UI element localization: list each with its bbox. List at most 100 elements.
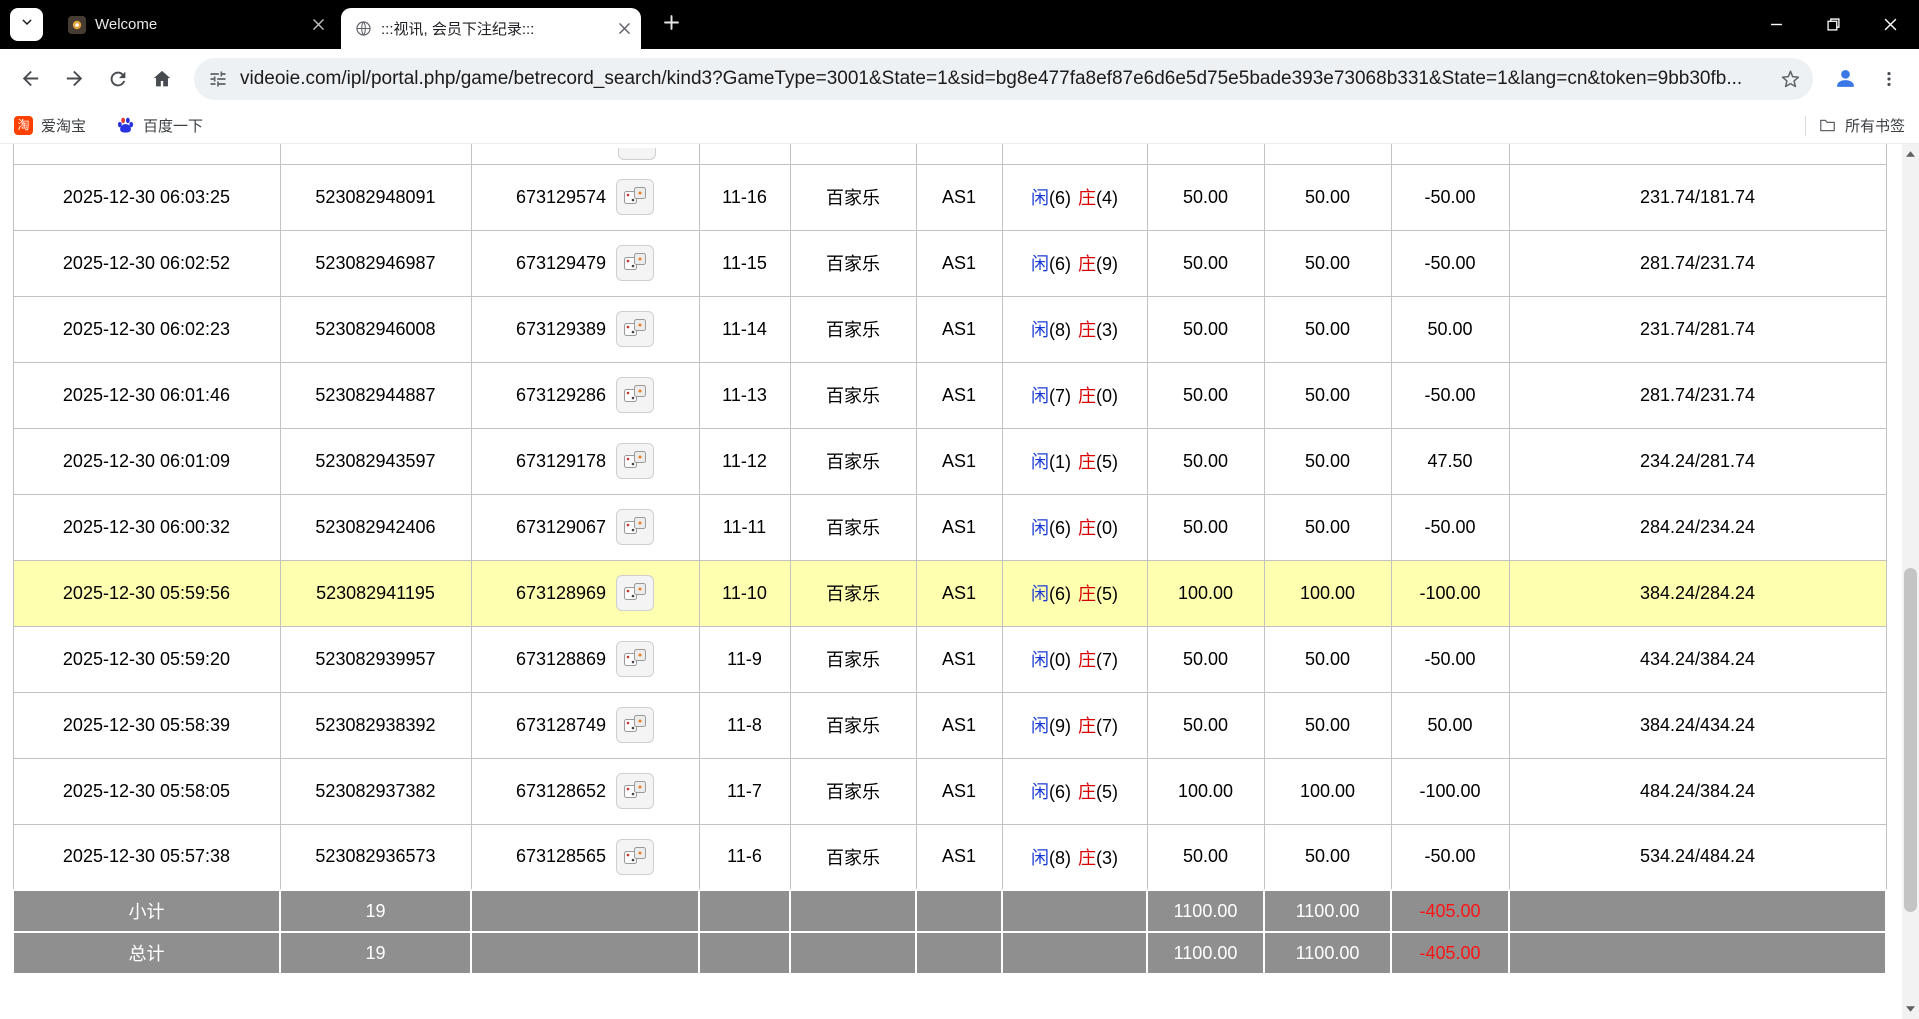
cell-round: 11-8	[699, 692, 790, 758]
browser-toolbar: videoie.com/ipl/portal.php/game/betrecor…	[0, 49, 1919, 108]
dice-thumbnail-icon[interactable]	[616, 575, 654, 611]
dice-thumbnail-icon[interactable]	[616, 641, 654, 677]
clipped-row	[13, 144, 1886, 164]
bet-records-table: 2025-12-30 06:03:25523082948091673129574…	[12, 144, 1887, 975]
cell-bet-time: 2025-12-30 05:57:38	[13, 824, 280, 890]
cell-table-name: AS1	[916, 164, 1002, 230]
cell-bet-amount: 100.00	[1147, 758, 1264, 824]
player-points: (7)	[1049, 386, 1071, 406]
tab-search-button[interactable]	[10, 8, 43, 41]
player-points: (6)	[1049, 188, 1071, 208]
bet-record-row: 2025-12-30 05:59:20523082939957673128869…	[13, 626, 1886, 692]
all-bookmarks-button[interactable]: 所有书签	[1805, 115, 1905, 136]
dice-thumbnail-icon[interactable]	[616, 179, 654, 215]
cell-result: 闲(8)庄(3)	[1002, 296, 1147, 362]
player-result: 闲	[1031, 188, 1049, 208]
refresh-button[interactable]	[97, 58, 139, 100]
forward-button[interactable]	[53, 58, 95, 100]
banker-points: (3)	[1096, 320, 1118, 340]
close-button[interactable]	[1862, 0, 1919, 49]
profile-button[interactable]	[1824, 58, 1866, 100]
dice-thumbnail-clipped-icon	[618, 148, 656, 160]
dice-thumbnail-icon[interactable]	[616, 707, 654, 743]
site-info-icon[interactable]	[208, 69, 228, 89]
game-id-text: 673129067	[516, 517, 606, 538]
new-tab-button[interactable]	[651, 5, 691, 45]
tab-title: Welcome	[95, 16, 301, 33]
dice-thumbnail-icon[interactable]	[616, 443, 654, 479]
cell-table-name: AS1	[916, 362, 1002, 428]
bookmark-label: 爱淘宝	[41, 115, 86, 136]
cell-win-loss: -50.00	[1391, 824, 1509, 890]
bet-record-row: 2025-12-30 06:03:25523082948091673129574…	[13, 164, 1886, 230]
welcome-favicon-icon	[67, 15, 87, 35]
cell-table-name: AS1	[916, 296, 1002, 362]
banker-points: (5)	[1096, 452, 1118, 472]
bookmark-star-icon[interactable]	[1773, 62, 1807, 96]
grand-total-valid-total: 1100.00	[1264, 932, 1391, 974]
player-points: (9)	[1049, 716, 1071, 736]
scrollbar-thumb[interactable]	[1904, 568, 1917, 912]
banker-points: (7)	[1096, 650, 1118, 670]
game-id-text: 673128869	[516, 649, 606, 670]
grand-total-count: 19	[280, 932, 471, 974]
minimize-button[interactable]	[1748, 0, 1805, 49]
scroll-up-icon[interactable]	[1902, 146, 1919, 162]
window-titlebar: Welcome :::视讯, 会员下注纪录:::	[0, 0, 1919, 49]
bookmarks-bar: 淘 爱淘宝 百度一下 所有书签	[0, 108, 1919, 144]
banker-result: 庄	[1078, 650, 1096, 670]
bookmark-baidu[interactable]: 百度一下	[116, 115, 203, 136]
tab-welcome[interactable]: Welcome	[55, 0, 335, 49]
cell-bet-time: 2025-12-30 05:58:39	[13, 692, 280, 758]
cell-game-name: 百家乐	[790, 824, 916, 890]
menu-kebab-button[interactable]	[1868, 58, 1910, 100]
cell-bet-time: 2025-12-30 05:59:20	[13, 626, 280, 692]
tab-close-icon[interactable]	[615, 20, 633, 38]
cell-win-loss: 50.00	[1391, 692, 1509, 758]
plus-icon	[664, 15, 679, 35]
game-id-text: 673129389	[516, 319, 606, 340]
cell-valid-amount: 50.00	[1264, 164, 1391, 230]
player-points: (1)	[1049, 452, 1071, 472]
divider	[1805, 116, 1806, 136]
bet-record-row: 2025-12-30 05:58:05523082937382673128652…	[13, 758, 1886, 824]
home-button[interactable]	[141, 58, 183, 100]
dice-thumbnail-icon[interactable]	[616, 839, 654, 875]
cell-round: 11-16	[699, 164, 790, 230]
cell-game-id: 673129479	[471, 230, 699, 296]
dice-thumbnail-icon[interactable]	[616, 509, 654, 545]
dice-thumbnail-icon[interactable]	[616, 773, 654, 809]
banker-points: (3)	[1096, 848, 1118, 868]
cell-result: 闲(0)庄(7)	[1002, 626, 1147, 692]
bookmark-taobao[interactable]: 淘 爱淘宝	[14, 115, 86, 136]
cell-valid-amount: 50.00	[1264, 362, 1391, 428]
cell-bet-time: 2025-12-30 05:58:05	[13, 758, 280, 824]
scroll-down-icon[interactable]	[1902, 1001, 1919, 1017]
cell-result: 闲(6)庄(5)	[1002, 560, 1147, 626]
tab-betrecord[interactable]: :::视讯, 会员下注纪录:::	[341, 8, 641, 49]
cell-bet-time: 2025-12-30 06:03:25	[13, 164, 280, 230]
vertical-scrollbar[interactable]	[1902, 144, 1919, 1019]
tab-title: :::视讯, 会员下注纪录:::	[381, 18, 607, 39]
dice-thumbnail-icon[interactable]	[616, 377, 654, 413]
player-points: (6)	[1049, 254, 1071, 274]
player-points: (8)	[1049, 848, 1071, 868]
restore-button[interactable]	[1805, 0, 1862, 49]
bet-record-row: 2025-12-30 05:57:38523082936573673128565…	[13, 824, 1886, 890]
cell-bet-id: 523082948091	[280, 164, 471, 230]
cell-result: 闲(1)庄(5)	[1002, 428, 1147, 494]
dice-thumbnail-icon[interactable]	[616, 245, 654, 281]
back-button[interactable]	[9, 58, 51, 100]
banker-result: 庄	[1078, 188, 1096, 208]
banker-points: (0)	[1096, 386, 1118, 406]
cell-valid-amount: 100.00	[1264, 758, 1391, 824]
tab-close-icon[interactable]	[309, 16, 327, 34]
cell-game-name: 百家乐	[790, 692, 916, 758]
bet-record-row: 2025-12-30 06:01:09523082943597673129178…	[13, 428, 1886, 494]
cell-bet-amount: 100.00	[1147, 560, 1264, 626]
dice-thumbnail-icon[interactable]	[616, 311, 654, 347]
player-result: 闲	[1031, 716, 1049, 736]
cell-win-loss: 47.50	[1391, 428, 1509, 494]
cell-bet-amount: 50.00	[1147, 296, 1264, 362]
address-bar[interactable]: videoie.com/ipl/portal.php/game/betrecor…	[194, 58, 1813, 100]
